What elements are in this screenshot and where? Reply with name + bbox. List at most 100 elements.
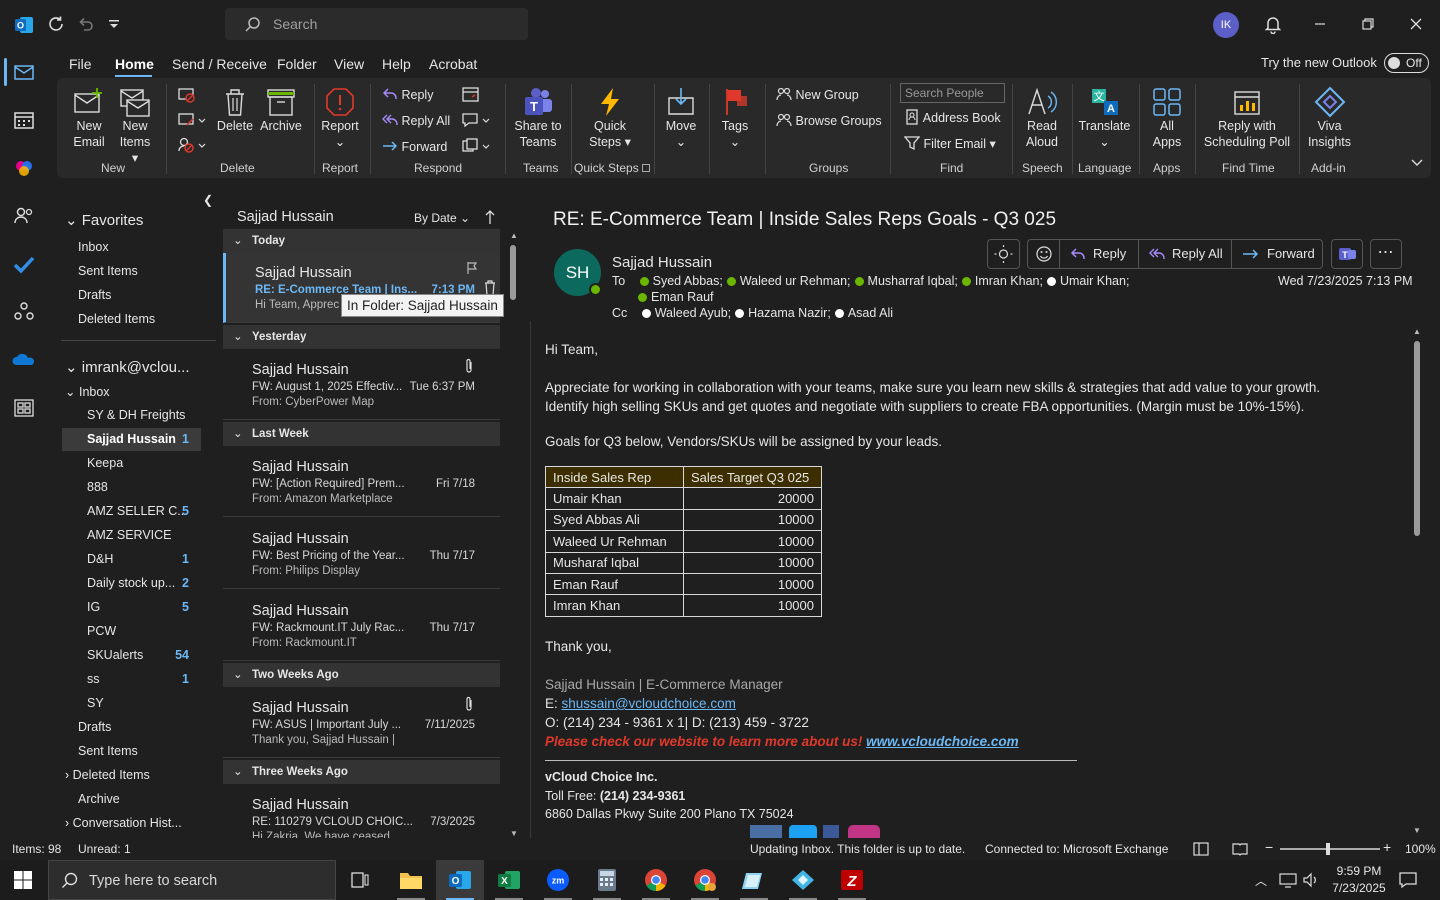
conversation-history-folder[interactable]: › Conversation Hist... <box>65 816 182 830</box>
date-group-header[interactable]: ⌄ Three Weeks Ago <box>223 760 500 784</box>
reading-view-icon[interactable] <box>1232 842 1248 856</box>
filezilla-taskbar-icon[interactable]: Z <box>828 860 876 900</box>
file-explorer-icon[interactable] <box>387 860 435 900</box>
zoom-slider[interactable] <box>1280 843 1380 855</box>
subfolder-item[interactable]: AMZ SELLER C... 5 <box>62 500 201 523</box>
message-list-item[interactable]: Sajjad Hussain RE: 110279 VCLOUD CHOIC...… <box>223 785 500 838</box>
subfolder-item[interactable]: SY <box>62 692 201 715</box>
network-icon[interactable] <box>1279 872 1297 888</box>
taskbar-search-input[interactable]: Type here to search <box>48 860 336 900</box>
archive-button[interactable]: Archive <box>259 86 303 134</box>
subfolder-item[interactable]: Sajjad Hussain 1 <box>62 428 201 451</box>
search-people-input[interactable]: Search People <box>900 83 1005 103</box>
more-apps-icon[interactable] <box>12 396 36 420</box>
outlook-taskbar-icon[interactable]: O <box>436 860 484 900</box>
recipient-name[interactable]: Imran Khan; <box>975 274 1043 288</box>
favorite-deleted-items[interactable]: Deleted Items <box>78 312 155 326</box>
chrome-profile-taskbar-icon[interactable] <box>681 860 729 900</box>
message-list-item[interactable]: Sajjad Hussain FW: ASUS | Important July … <box>223 688 500 758</box>
more-options-button[interactable]: ⋯ <box>1370 239 1402 269</box>
recipient-name[interactable]: Eman Rauf <box>651 290 714 304</box>
social-instagram-icon[interactable] <box>848 825 880 838</box>
quick-steps-button[interactable]: Quick Steps ▾ <box>585 86 635 150</box>
reply-button[interactable]: Reply <box>382 86 433 104</box>
filter-email-button[interactable]: Filter Email ▾ <box>904 135 996 153</box>
onedrive-icon[interactable] <box>12 348 36 372</box>
notepad-taskbar-icon[interactable] <box>730 860 778 900</box>
recipient-name[interactable]: Hazama Nazir; <box>748 306 831 320</box>
viva-insights-button[interactable]: Viva Insights <box>1307 86 1352 150</box>
avatar[interactable]: IK <box>1213 12 1239 38</box>
calendar-icon[interactable] <box>12 108 36 132</box>
social-linkedin-icon[interactable] <box>750 825 782 838</box>
try-new-outlook-toggle[interactable]: Off <box>1384 53 1429 73</box>
collapse-pane-icon[interactable]: ❮ <box>203 193 213 207</box>
social-twitter-icon[interactable] <box>789 825 817 838</box>
remote-app-taskbar-icon[interactable] <box>779 860 827 900</box>
archive-folder[interactable]: Archive <box>78 792 120 806</box>
message-list-item[interactable]: Sajjad Hussain FW: Best Pricing of the Ye… <box>223 519 500 589</box>
website-link[interactable]: www.vcloudchoice.com <box>866 734 1019 749</box>
new-items-button[interactable]: New Items ▾ <box>115 86 155 166</box>
favorite-inbox[interactable]: Inbox <box>78 240 109 254</box>
subfolder-item[interactable]: Daily stock up... 2 <box>62 572 201 595</box>
flag-icon[interactable] <box>466 261 478 275</box>
subfolder-item[interactable]: 888 <box>62 476 201 499</box>
subfolder-item[interactable]: SKUalerts 54 <box>62 644 201 667</box>
report-button[interactable]: Report ⌄ <box>320 86 360 150</box>
task-view-icon[interactable] <box>336 860 384 900</box>
drafts-folder[interactable]: Drafts <box>78 720 111 734</box>
sent-items-folder[interactable]: Sent Items <box>78 744 138 758</box>
ignore-icon[interactable] <box>177 86 197 104</box>
copilot-icon[interactable] <box>12 156 36 180</box>
recipient-name[interactable]: Asad Ali <box>848 306 893 320</box>
close-icon[interactable] <box>1408 16 1424 32</box>
read-aloud-button[interactable]: Read Aloud <box>1020 86 1064 150</box>
more-respond-icon[interactable] <box>461 137 493 155</box>
menu-folder[interactable]: Folder <box>277 56 317 72</box>
sort-direction-icon[interactable] <box>485 209 495 225</box>
zoom-out-icon[interactable]: − <box>1265 839 1273 855</box>
customize-toolbar-icon[interactable] <box>106 14 122 34</box>
forward-button[interactable]: Forward <box>382 138 447 156</box>
reply-all-action-button[interactable]: Reply All <box>1140 240 1232 268</box>
menu-view[interactable]: View <box>334 56 364 72</box>
dialog-launcher-icon[interactable] <box>642 164 650 172</box>
undo-icon[interactable] <box>76 14 96 34</box>
recipient-name[interactable]: Waleed ur Rehman; <box>740 274 851 288</box>
junk-icon[interactable] <box>177 136 207 154</box>
message-list-scrollbar[interactable]: ▲ ▼ <box>509 229 518 838</box>
all-apps-button[interactable]: All Apps <box>1146 86 1188 150</box>
message-list-item[interactable]: Sajjad Hussain FW: August 1, 2025 Effecti… <box>223 350 500 420</box>
date-group-header[interactable]: ⌄ Last Week <box>223 422 500 446</box>
date-group-header[interactable]: ⌄ Yesterday <box>223 325 500 349</box>
minimize-icon[interactable] <box>1312 16 1328 32</box>
recipient-name[interactable]: Syed Abbas; <box>653 274 723 288</box>
menu-send-receive[interactable]: Send / Receive <box>172 56 267 72</box>
menu-file[interactable]: File <box>69 56 92 72</box>
reply-all-button[interactable]: Reply All <box>382 112 450 130</box>
address-book-button[interactable]: Address Book <box>904 109 1001 127</box>
react-button[interactable] <box>1028 240 1060 268</box>
calculator-taskbar-icon[interactable] <box>583 860 631 900</box>
message-list-item[interactable]: Sajjad Hussain FW: Rackmount.IT July Rac.… <box>223 591 500 661</box>
signature-email-link[interactable]: shussain@vcloudchoice.com <box>562 696 736 711</box>
zoom-in-icon[interactable]: + <box>1383 839 1391 855</box>
zoom-taskbar-icon[interactable]: zm <box>534 860 582 900</box>
reading-pane-scrollbar[interactable]: ▲ ▼ <box>1412 327 1422 835</box>
favorite-drafts[interactable]: Drafts <box>78 288 111 302</box>
meeting-reply-icon[interactable] <box>461 85 481 103</box>
recipient-name[interactable]: Umair Khan; <box>1060 274 1129 288</box>
clock-date[interactable]: 7/23/2025 <box>1328 881 1390 895</box>
show-hidden-icons-icon[interactable]: ︿ <box>1255 872 1267 889</box>
sort-by-date-button[interactable]: By Date ⌄ <box>414 211 470 225</box>
delete-button[interactable]: Delete <box>215 86 255 134</box>
favorites-header[interactable]: ⌄ Favorites <box>65 211 143 229</box>
menu-home[interactable]: Home <box>115 56 154 72</box>
menu-help[interactable]: Help <box>382 56 411 72</box>
recipient-name[interactable]: Waleed Ayub; <box>655 306 731 320</box>
todo-icon[interactable] <box>12 252 36 276</box>
date-group-header[interactable]: ⌄ Today <box>223 229 500 253</box>
cleanup-icon[interactable] <box>177 111 207 129</box>
chrome-taskbar-icon[interactable] <box>632 860 680 900</box>
